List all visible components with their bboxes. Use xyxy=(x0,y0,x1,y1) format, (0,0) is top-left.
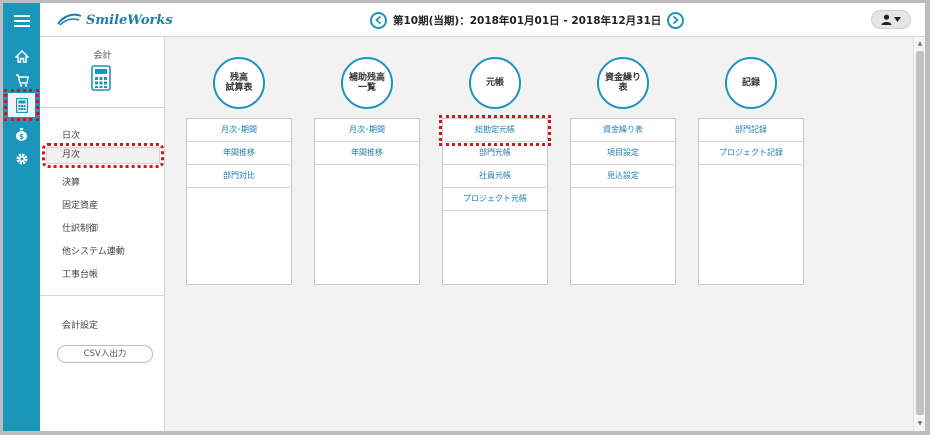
column-head-line: 資金繰り xyxy=(604,73,641,83)
side-item-system-link[interactable]: 他システム連動 xyxy=(62,244,125,257)
chevron-right-icon xyxy=(673,16,680,24)
side-menu-title: 会計 xyxy=(93,51,112,61)
cash-flow-button[interactable]: 資金繰り 表 xyxy=(597,57,649,109)
side-item-journal-control[interactable]: 仕訳制御 xyxy=(62,221,98,234)
ledger-button[interactable]: 元帳 xyxy=(469,57,521,109)
scroll-up-arrow[interactable]: ▲ xyxy=(914,39,925,49)
side-divider xyxy=(40,107,165,108)
side-item-accounting-settings[interactable]: 会計設定 xyxy=(62,318,98,331)
link-monthly-period[interactable]: 月次･期間 xyxy=(315,119,419,142)
calculator-icon[interactable] xyxy=(4,89,39,121)
caret-down-icon xyxy=(894,17,901,22)
csv-import-export-button[interactable]: CSV入出力 xyxy=(57,345,153,363)
link-monthly-period[interactable]: 月次･期間 xyxy=(187,119,291,142)
link-department-records[interactable]: 部門記録 xyxy=(699,119,803,142)
logo[interactable]: SmileWorks xyxy=(56,10,173,30)
side-item-construction-ledger[interactable]: 工事台帳 xyxy=(62,267,98,280)
logo-swoosh-icon xyxy=(57,13,82,26)
trial-balance-button[interactable]: 残高 試算表 xyxy=(213,57,265,109)
main-content: 残高 試算表 月次･期間 年間推移 部門対比 補助残高 一覧 月次･期間 年間推… xyxy=(165,37,913,431)
link-item-settings[interactable]: 項目設定 xyxy=(571,142,675,165)
link-employee-ledger[interactable]: 社員元帳 xyxy=(443,165,547,188)
scroll-thumb[interactable] xyxy=(916,51,924,415)
column-head-line: 試算表 xyxy=(225,83,253,93)
link-general-ledger[interactable]: 総勘定元帳 xyxy=(439,115,551,146)
period-selector: 第10期(当期)：2018年01月01日 - 2018年12月31日 xyxy=(370,11,685,29)
scroll-down-arrow[interactable]: ▼ xyxy=(914,419,925,429)
column-link-box: 月次･期間 年間推移 xyxy=(314,118,420,285)
prev-period-button[interactable] xyxy=(370,11,387,29)
side-item-daily[interactable]: 日次 xyxy=(62,128,80,141)
money-bag-icon[interactable]: $ xyxy=(8,122,35,146)
link-project-records[interactable]: プロジェクト記録 xyxy=(699,142,803,165)
link-annual-trend[interactable]: 年間推移 xyxy=(315,142,419,165)
user-menu-button[interactable] xyxy=(871,10,911,29)
link-annual-trend[interactable]: 年間推移 xyxy=(187,142,291,165)
period-label: 第10期(当期)：2018年01月01日 - 2018年12月31日 xyxy=(393,14,662,27)
column-head-line: 一覧 xyxy=(357,83,376,93)
column-head-line: 表 xyxy=(618,83,628,93)
sub-balance-list-button[interactable]: 補助残高 一覧 xyxy=(341,57,393,109)
column-head-line: 残高 xyxy=(229,73,248,83)
user-icon xyxy=(881,14,892,25)
chevron-left-icon xyxy=(375,16,382,24)
column-link-box: 資金繰り表 項目設定 見込設定 xyxy=(570,118,676,285)
side-item-monthly[interactable]: 月次 xyxy=(42,143,164,168)
gear-icon[interactable] xyxy=(8,147,35,171)
side-item-fixed-assets[interactable]: 固定資産 xyxy=(62,198,98,211)
link-project-ledger[interactable]: プロジェクト元帳 xyxy=(443,188,547,211)
link-department-comparison[interactable]: 部門対比 xyxy=(187,165,291,188)
next-period-button[interactable] xyxy=(667,11,685,29)
vertical-scrollbar[interactable]: ▲ ▼ xyxy=(913,37,925,431)
side-item-closing[interactable]: 決算 xyxy=(62,175,80,188)
column-link-box: 部門記録 プロジェクト記録 xyxy=(698,118,804,285)
calculator-icon xyxy=(91,65,111,91)
link-cash-flow-table[interactable]: 資金繰り表 xyxy=(571,119,675,142)
column-head-line: 元帳 xyxy=(485,78,504,88)
side-divider xyxy=(40,295,165,296)
menu-icon[interactable] xyxy=(8,9,35,33)
link-department-ledger[interactable]: 部門元帳 xyxy=(443,142,547,165)
header: SmileWorks 第10期(当期)：2018年01月01日 - 2018年1… xyxy=(40,3,925,37)
home-icon[interactable] xyxy=(8,44,35,68)
column-head-line: 記録 xyxy=(741,78,760,88)
cart-icon[interactable] xyxy=(8,68,35,92)
column-link-box: 総勘定元帳 部門元帳 社員元帳 プロジェクト元帳 xyxy=(439,115,551,285)
app-window: $ SmileWorks 第10期(当期)：2018年01月01日 - 2018… xyxy=(3,3,925,431)
logo-text: SmileWorks xyxy=(86,12,173,28)
column-head-line: 補助残高 xyxy=(348,73,385,83)
accounting-side-menu: 会計 日次 月次 決算 固定資産 仕訳制御 他システム連動 工事台帳 会計設定 … xyxy=(40,37,165,431)
svg-text:$: $ xyxy=(19,133,24,141)
link-forecast-settings[interactable]: 見込設定 xyxy=(571,165,675,188)
left-rail: $ xyxy=(3,3,40,431)
column-link-box: 月次･期間 年間推移 部門対比 xyxy=(186,118,292,285)
records-button[interactable]: 記録 xyxy=(725,57,777,109)
